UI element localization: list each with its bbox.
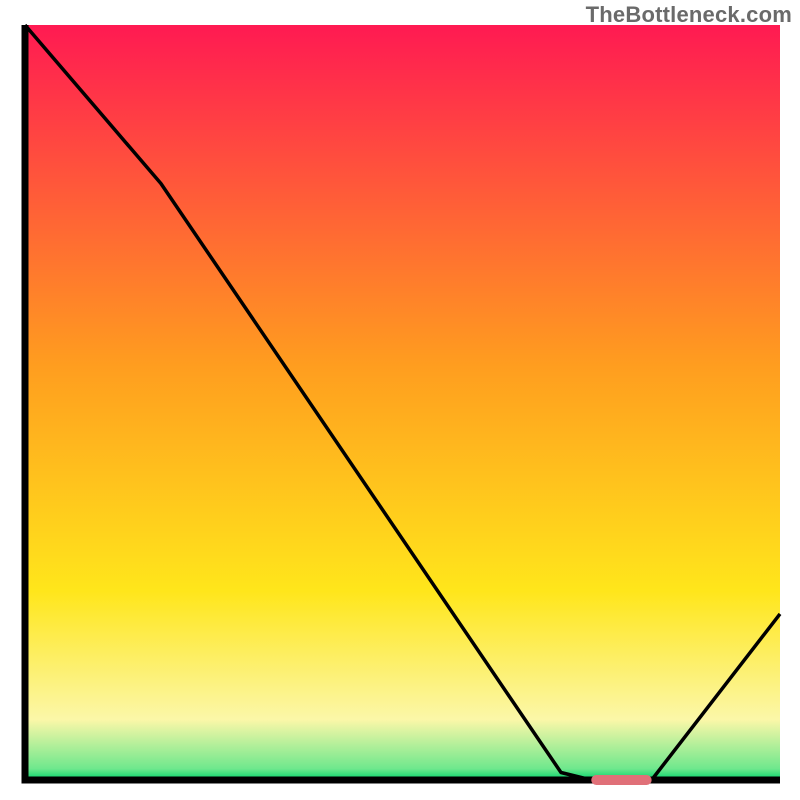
optimal-range-marker (591, 775, 651, 785)
plot-background (25, 25, 780, 780)
chart-container: TheBottleneck.com (0, 0, 800, 800)
bottleneck-chart (0, 0, 800, 800)
